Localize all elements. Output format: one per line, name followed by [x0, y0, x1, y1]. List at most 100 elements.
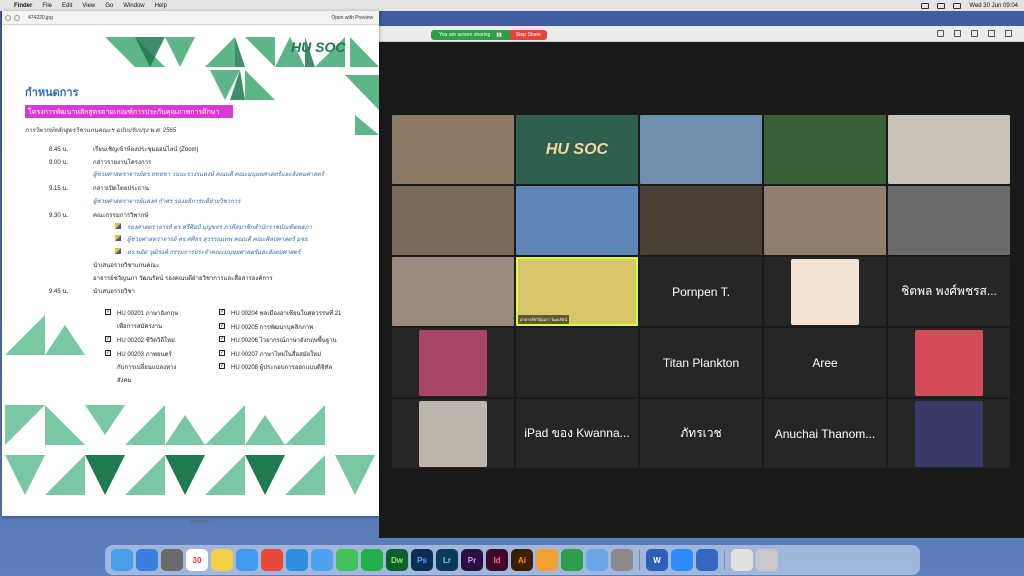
participant-tile[interactable]: [888, 399, 1010, 468]
participant-tile[interactable]: Titan Plankton: [640, 328, 762, 397]
battery-icon[interactable]: [953, 2, 962, 9]
dock-line-icon[interactable]: [361, 549, 383, 571]
participant-tile[interactable]: [392, 257, 514, 326]
course-item: HU 00207 ภาษาไทยในสื่อสมัยใหม่: [231, 352, 322, 358]
schedule-text: รองศาสตราจารย์ ดร.ศรีศิลป์ บุญขจร ภาคีสม…: [127, 225, 312, 231]
participant-tile[interactable]: Aree: [764, 328, 886, 397]
course-item: เพื่อการสมัครงาน: [117, 324, 163, 330]
participant-tile[interactable]: [516, 186, 638, 255]
menu-edit[interactable]: Edit: [62, 3, 72, 9]
course-item: HU 00208 ผู้ประกอบการออกแบบดิจิทัล: [231, 365, 333, 371]
participant-tile[interactable]: ชิตพล พงศ์พชรส...: [888, 257, 1010, 326]
minimize-icon[interactable]: [14, 14, 20, 21]
dock-ai-icon[interactable]: Ai: [511, 549, 533, 571]
course-item: HU 00205 การพัฒนาบุคลิกภาพ: [231, 325, 314, 331]
participant-tile[interactable]: iPad ของ Kwanna...: [516, 399, 638, 468]
participant-video: [392, 186, 514, 255]
participant-tile[interactable]: [392, 115, 514, 184]
participant-tile[interactable]: [392, 399, 514, 468]
participant-video: [516, 186, 638, 255]
dock-numbers-icon[interactable]: [561, 549, 583, 571]
status-icon[interactable]: [921, 2, 930, 9]
zoom-toolbar: You are screen sharing ▮▮ Stop Share: [379, 26, 1024, 42]
participant-tile[interactable]: Anuchai Thanom...: [764, 399, 886, 468]
schedule-text: กล่าวรายงานโครงการ: [93, 160, 152, 166]
participant-tile[interactable]: Pornpen T.: [640, 257, 762, 326]
participant-tile[interactable]: [888, 186, 1010, 255]
participant-tile[interactable]: [764, 257, 886, 326]
participant-tile[interactable]: [392, 328, 514, 397]
dock-apps-icon[interactable]: [161, 549, 183, 571]
bullet-icon: [115, 223, 121, 229]
dock-word-icon[interactable]: [696, 549, 718, 571]
open-with-preview-button[interactable]: Open with Preview: [331, 15, 373, 21]
participant-tile[interactable]: [516, 328, 638, 397]
participant-tile[interactable]: [888, 328, 1010, 397]
checkbox-icon: ✓: [219, 350, 225, 356]
participant-tile[interactable]: [640, 115, 762, 184]
dock-photos-icon[interactable]: [536, 549, 558, 571]
schedule-text: ผู้ช่วยศาสตราจารย์แสงศ กำศร รองอธิการบดี…: [93, 199, 241, 205]
participant-name: Aree: [812, 355, 838, 370]
menu-file[interactable]: File: [42, 3, 52, 9]
dock-edge-icon[interactable]: [286, 549, 308, 571]
participant-video: [764, 186, 886, 255]
wifi-icon[interactable]: [937, 2, 946, 9]
dock-pr-icon[interactable]: Pr: [461, 549, 483, 571]
toolbar-icon-2[interactable]: [954, 30, 961, 37]
share-status-text: You are screen sharing: [439, 32, 491, 38]
dock-id-icon[interactable]: Id: [486, 549, 508, 571]
schedule-time: 9.30 น.: [49, 213, 69, 219]
menu-view[interactable]: View: [82, 3, 95, 9]
dock-chrome-icon[interactable]: [261, 549, 283, 571]
toolbar-icon-4[interactable]: [988, 30, 995, 37]
preview-window: 474220.jpg Open with Preview HU SOC กำหน…: [2, 11, 379, 516]
participant-tile[interactable]: ภัทรเวช: [640, 399, 762, 468]
schedule-text: คณะกรรมการวิพากษ์: [93, 213, 149, 219]
participant-video: [640, 186, 762, 255]
participant-tile[interactable]: [392, 186, 514, 255]
schedule-text: ผู้ช่วยศาสตราจารย์ดร.หทยชา วนนะรวงรแดงษ์…: [93, 172, 325, 178]
doc-title: โครงการพัฒนาหลักสูตรตามเกณฑ์การประกันคุณ…: [25, 105, 233, 118]
close-icon[interactable]: [5, 14, 11, 21]
participant-tile[interactable]: [764, 115, 886, 184]
dock-safari-icon[interactable]: [236, 549, 258, 571]
stop-share-button[interactable]: Stop Share: [509, 30, 547, 40]
preview-footer: ระยะเวลา: [190, 519, 212, 525]
dock-settings-icon[interactable]: [611, 549, 633, 571]
toolbar-icon-1[interactable]: [937, 30, 944, 37]
toolbar-icon-5[interactable]: [1005, 30, 1012, 37]
participant-tile[interactable]: อาจารย์ขวัญนภา วัฒนรัตน์: [516, 257, 638, 326]
preview-filename: 474220.jpg: [28, 14, 53, 21]
participant-name: ภัทรเวช: [680, 426, 722, 440]
dock-zoom-icon[interactable]: [671, 549, 693, 571]
dock-lr-icon[interactable]: Lr: [436, 549, 458, 571]
course-item: สังคม: [117, 378, 132, 384]
dock-trash-icon[interactable]: [756, 549, 778, 571]
dock-notes-icon[interactable]: [211, 549, 233, 571]
menu-window[interactable]: Window: [123, 3, 144, 9]
toolbar-icon-3[interactable]: [971, 30, 978, 37]
dock-launchpad-icon[interactable]: [136, 549, 158, 571]
checkbox-icon: ✓: [219, 309, 225, 315]
dock-30-icon[interactable]: 30: [186, 549, 208, 571]
menu-help[interactable]: Help: [155, 3, 167, 9]
dock-messages-icon[interactable]: [336, 549, 358, 571]
dock-ps-icon[interactable]: Ps: [411, 549, 433, 571]
menubar-clock[interactable]: Wed 30 Jun 09:04: [969, 3, 1018, 9]
menu-go[interactable]: Go: [105, 3, 113, 9]
menu-app-name[interactable]: Finder: [14, 3, 32, 9]
participant-tile[interactable]: [764, 186, 886, 255]
course-item: HU 00204 พลเมืองอาเซียนในศตวรรษที่ 21: [231, 311, 342, 317]
participant-tile[interactable]: HU SOC: [516, 115, 638, 184]
dock-dw-icon[interactable]: Dw: [386, 549, 408, 571]
dock-mail-icon[interactable]: [311, 549, 333, 571]
dock-preview-icon[interactable]: [586, 549, 608, 571]
participant-tile[interactable]: [888, 115, 1010, 184]
dock-w-icon[interactable]: W: [646, 549, 668, 571]
participant-tile[interactable]: [640, 186, 762, 255]
checkbox-icon: ✓: [105, 309, 111, 315]
share-pause-icon[interactable]: ▮▮: [496, 32, 502, 38]
dock-doc-icon[interactable]: [731, 549, 753, 571]
dock-finder-icon[interactable]: [111, 549, 133, 571]
